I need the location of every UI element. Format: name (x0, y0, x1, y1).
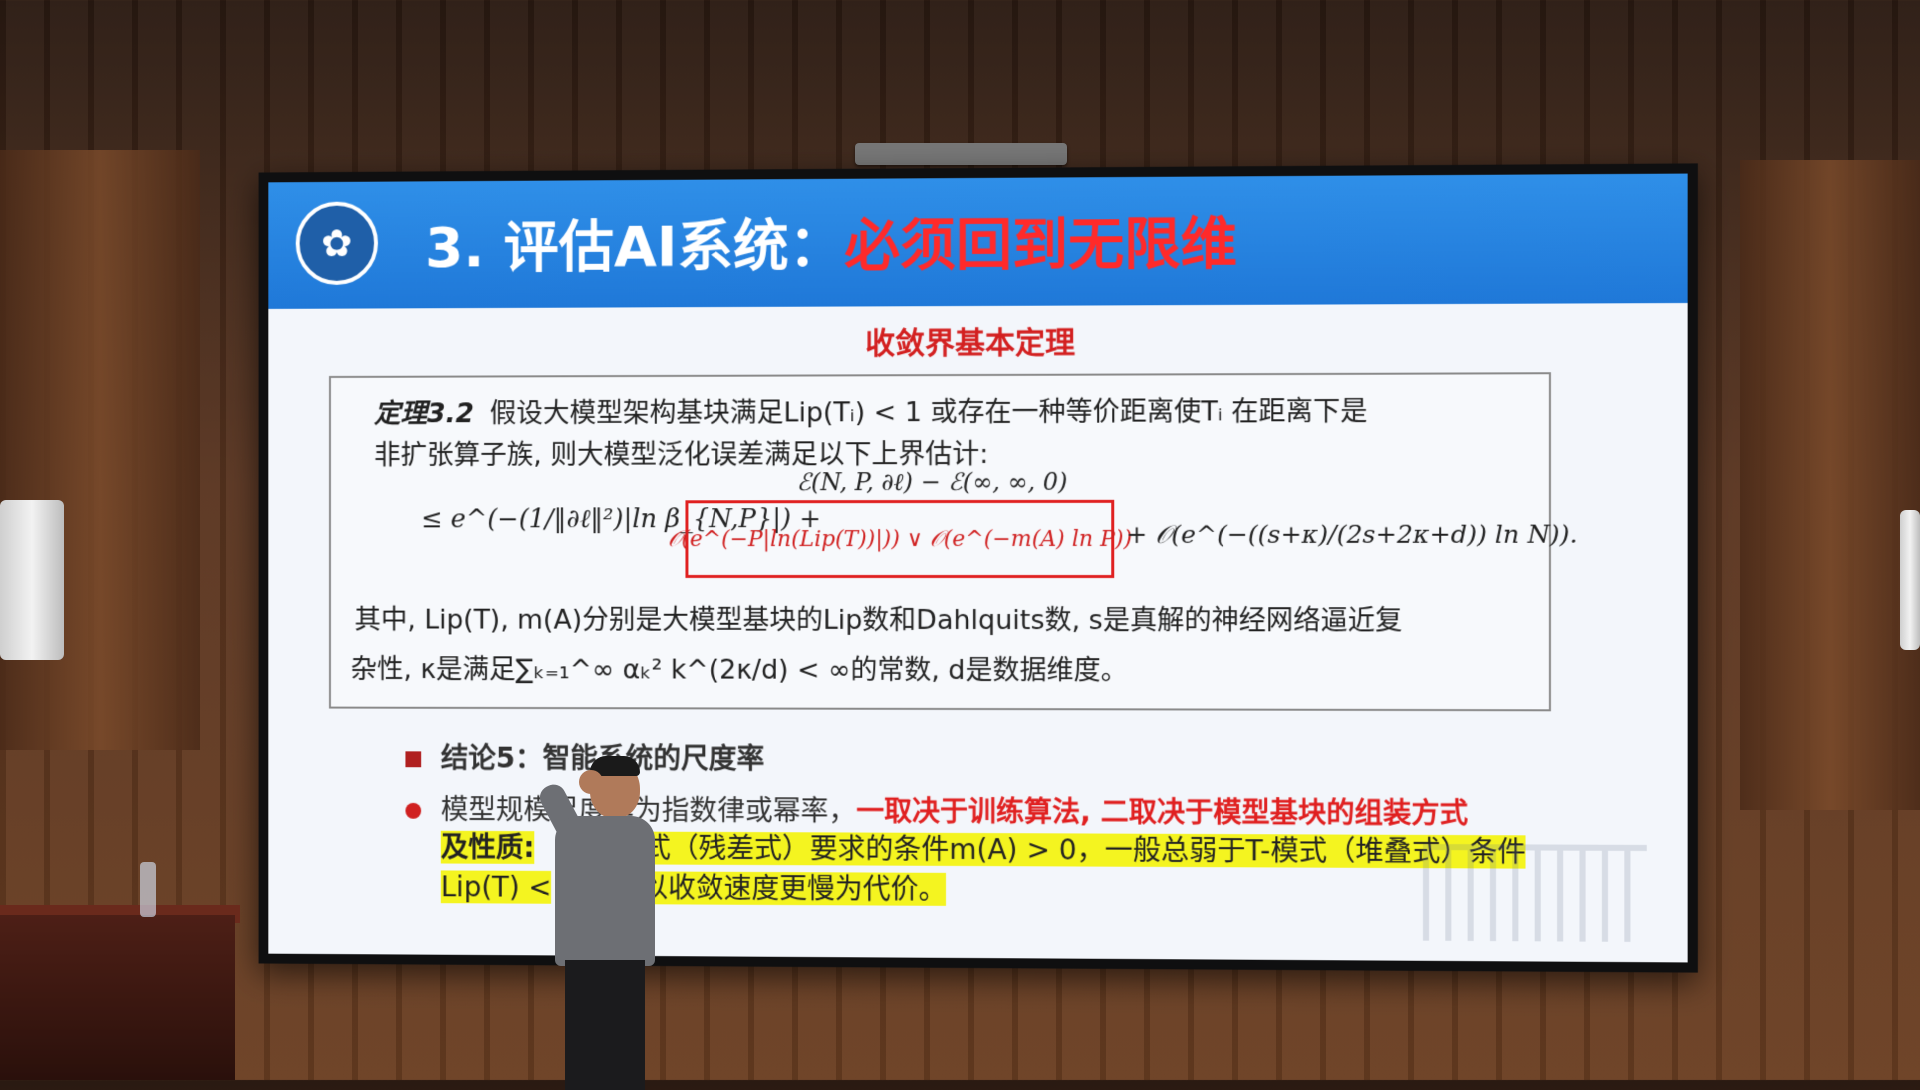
presenter-body (555, 816, 655, 966)
university-seal-icon: ✿ (296, 201, 378, 285)
projection-screen: ✿ 3. 评估AI系统：必须回到无限维 收敛界基本定理 定理3.2 假设大模型架构… (259, 163, 1698, 972)
building-watermark (1423, 844, 1647, 942)
bullet-highlight-3: 以收敛速度更慢为代价。 (640, 871, 946, 905)
theorem-line-2: 非扩张算子族, 则大模型泛化误差满足以下上界估计: (374, 432, 988, 472)
theorem-label: 定理3.2 (374, 398, 474, 429)
bullet-line-3: Lip(T) < 以收敛速度更慢为代价。 (441, 865, 947, 907)
left-wall-panel (0, 150, 200, 750)
slide-header: ✿ 3. 评估AI系统：必须回到无限维 (268, 174, 1687, 309)
bullet-highlight-1: 式（残差式）要求的条件m(A) > 0，一般总弱于T-模式（堆叠式）条件 (643, 832, 1526, 869)
projector-housing (855, 143, 1067, 165)
explain-line-2: 杂性, κ是满足∑ₖ₌₁^∞ αₖ² k^(2κ/d) < ∞的常数, d是数据… (351, 647, 1128, 687)
right-speaker (1900, 510, 1920, 650)
formula-right: + 𝒪(e^(−((s+κ)/(2s+2κ+d)) ln N)). (1126, 520, 1577, 550)
explain-line-1: 其中, Lip(T), m(A)分别是大模型基块的Lip数和Dahlquits数… (354, 598, 1402, 638)
podium (0, 915, 235, 1080)
title-main: 3. 评估AI系统： (425, 214, 844, 281)
left-speaker (0, 500, 64, 660)
dot-bullet-icon (405, 803, 421, 819)
theorem-box: 定理3.2 假设大模型架构基块满足Lip(Tᵢ) < 1 或存在一种等价距离使Tᵢ… (329, 372, 1551, 711)
bullet-red-2: 及性质: (441, 831, 535, 864)
formula-boxed: 𝒪(e^(−P|ln(Lip(T))|)) ∨ 𝒪(e^(−m(A) ln P)… (685, 500, 1114, 578)
title-highlight: 必须回到无限维 (844, 211, 1237, 278)
right-wall-panel (1740, 160, 1920, 810)
presentation-slide: ✿ 3. 评估AI系统：必须回到无限维 收敛界基本定理 定理3.2 假设大模型架构… (268, 174, 1687, 963)
presenter-legs (565, 960, 645, 1090)
theorem-text-1: 假设大模型架构基块满足Lip(Tᵢ) < 1 或存在一种等价距离使Tᵢ 在距离下… (490, 396, 1368, 429)
square-bullet-icon (405, 751, 421, 767)
presenter-hand (579, 770, 603, 794)
water-bottle (140, 862, 156, 917)
formula-top: ℰ(N, P, ∂ℓ) − ℰ(∞, ∞, 0) (797, 468, 1068, 497)
slide-title: 3. 评估AI系统：必须回到无限维 (425, 198, 1237, 283)
bullet-red-1: 一取决于训练算法, 二取决于模型基块的组装方式 (856, 795, 1468, 830)
theorem-line-1: 定理3.2 假设大模型架构基块满足Lip(Tᵢ) < 1 或存在一种等价距离使Tᵢ… (374, 389, 1368, 430)
presenter (535, 760, 665, 1090)
slide-subtitle: 收敛界基本定理 (268, 315, 1687, 364)
